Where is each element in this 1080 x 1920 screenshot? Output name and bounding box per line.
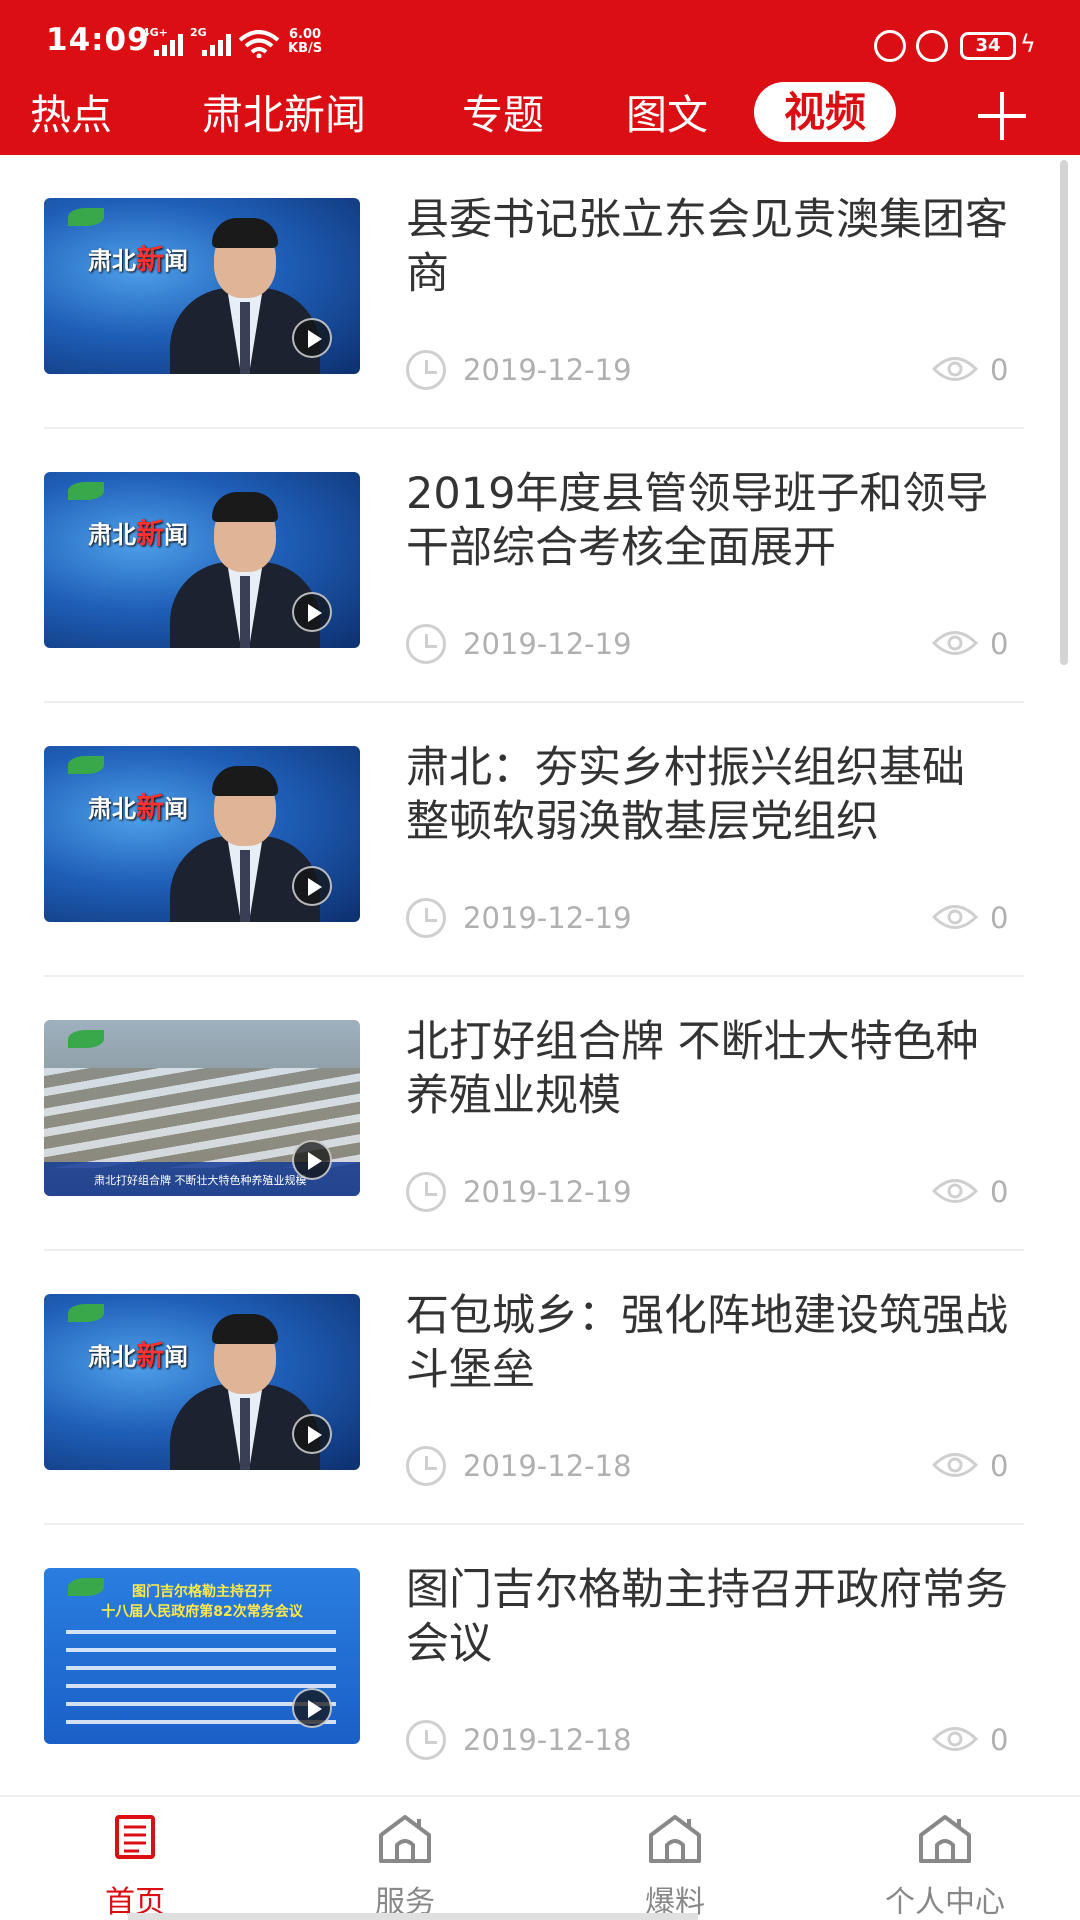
video-thumbnail[interactable]: 肃北新闻: [44, 746, 360, 922]
news-list: 肃北新闻 县委书记张立东会见贵澳集团客商 2019-12-19 0 肃北新闻 2…: [0, 155, 1080, 1795]
status-time: 14:09: [46, 22, 150, 58]
play-icon[interactable]: [292, 592, 332, 632]
news-title[interactable]: 县委书记张立东会见贵澳集团客商: [406, 193, 1016, 353]
play-icon[interactable]: [292, 1414, 332, 1454]
status-bar: 14:09 4G+ 2G 6.00 KB/S 34 ϟ: [0, 0, 1080, 78]
news-title[interactable]: 图门吉尔格勒主持召开政府常务会议: [406, 1563, 1016, 1723]
view-count: 0: [990, 1449, 1009, 1483]
wifi-icon: [238, 30, 280, 58]
video-thumbnail[interactable]: 图门吉尔格勒主持召开 十八届人民政府第82次常务会议: [44, 1568, 360, 1744]
cellular-signal-2-icon: 2G: [190, 26, 242, 58]
play-icon[interactable]: [292, 1688, 332, 1728]
news-title[interactable]: 肃北：夯实乡村振兴组织基础 整顿软弱涣散基层党组织: [406, 741, 1016, 901]
view-count: 0: [990, 901, 1009, 935]
video-thumbnail[interactable]: 肃北新闻: [44, 198, 360, 374]
charging-icon: ϟ: [1020, 30, 1036, 58]
view-count: 0: [990, 1175, 1009, 1209]
clock-icon: [406, 350, 446, 390]
house-icon: [649, 1815, 701, 1863]
clock-icon: [406, 624, 446, 664]
eye-icon: [932, 1727, 978, 1751]
clock-icon: [406, 1172, 446, 1212]
thumbnail-caption: 肃北打好组合牌 不断壮大特色种养殖业规模: [94, 1174, 307, 1187]
eye-icon: [932, 631, 978, 655]
news-meta: 2019-12-18 0: [406, 1444, 1010, 1488]
thumbnail-headline: 图门吉尔格勒主持召开 十八届人民政府第82次常务会议: [101, 1584, 303, 1620]
nav-profile[interactable]: 个人中心: [810, 1797, 1080, 1920]
clock-icon: [406, 1446, 446, 1486]
battery-icon: 34: [960, 32, 1016, 60]
news-title[interactable]: 2019年度县管领导班子和领导干部综合考核全面展开: [406, 467, 1016, 627]
network-speed: 6.00 KB/S: [288, 27, 323, 56]
news-meta: 2019-12-19 0: [406, 896, 1010, 940]
show-logo: 肃北新闻: [88, 517, 189, 550]
eye-icon: [932, 1453, 978, 1477]
news-meta: 2019-12-19 0: [406, 622, 1010, 666]
clock-icon: [406, 1720, 446, 1760]
view-count: 0: [990, 1723, 1009, 1757]
tab-photo-text[interactable]: 图文: [626, 86, 708, 144]
video-thumbnail[interactable]: 肃北新闻: [44, 472, 360, 648]
channel-logo: [68, 482, 104, 500]
eye-icon: [932, 1179, 978, 1203]
eye-icon: [932, 905, 978, 929]
channel-logo: [68, 208, 104, 226]
add-channel-icon[interactable]: [978, 92, 1026, 140]
clock-icon: [406, 898, 446, 938]
nav-label: 个人中心: [885, 1885, 1005, 1920]
news-meta: 2019-12-18 0: [406, 1718, 1010, 1762]
show-logo: 肃北新闻: [88, 1339, 189, 1372]
news-title[interactable]: 北打好组合牌 不断壮大特色种养殖业规模: [406, 1015, 1016, 1175]
channel-logo: [68, 756, 104, 774]
news-meta: 2019-12-19 0: [406, 1170, 1010, 1214]
channel-logo: [68, 1030, 104, 1048]
news-item[interactable]: 肃北新闻 县委书记张立东会见贵澳集团客商 2019-12-19 0: [0, 155, 1080, 429]
news-date: 2019-12-18: [463, 1449, 632, 1483]
news-date: 2019-12-19: [463, 901, 632, 935]
bottom-nav: 首页 服务 爆料 个人中心: [0, 1795, 1080, 1920]
news-meta: 2019-12-19 0: [406, 348, 1010, 392]
news-item[interactable]: 肃北新闻 肃北：夯实乡村振兴组织基础 整顿软弱涣散基层党组织 2019-12-1…: [0, 703, 1080, 977]
news-item[interactable]: 肃北打好组合牌 不断壮大特色种养殖业规模 北打好组合牌 不断壮大特色种养殖业规模…: [0, 977, 1080, 1251]
news-title[interactable]: 石包城乡：强化阵地建设筑强战斗堡垒: [406, 1289, 1016, 1449]
news-date: 2019-12-19: [463, 353, 632, 387]
eye-icon: [932, 357, 978, 381]
news-item[interactable]: 肃北新闻 石包城乡：强化阵地建设筑强战斗堡垒 2019-12-18 0: [0, 1251, 1080, 1525]
view-count: 0: [990, 627, 1009, 661]
news-item[interactable]: 图门吉尔格勒主持召开 十八届人民政府第82次常务会议 图门吉尔格勒主持召开政府常…: [0, 1525, 1080, 1795]
house-icon: [379, 1815, 431, 1863]
play-icon[interactable]: [292, 1140, 332, 1180]
play-icon[interactable]: [292, 318, 332, 358]
tab-subei-news[interactable]: 肃北新闻: [202, 86, 366, 144]
nav-home[interactable]: 首页: [0, 1797, 270, 1920]
video-thumbnail[interactable]: 肃北打好组合牌 不断壮大特色种养殖业规模: [44, 1020, 360, 1196]
news-date: 2019-12-18: [463, 1723, 632, 1757]
app-header: 14:09 4G+ 2G 6.00 KB/S 34 ϟ 热点 肃北新闻 专题 图…: [0, 0, 1080, 155]
news-item[interactable]: 肃北新闻 2019年度县管领导班子和领导干部综合考核全面展开 2019-12-1…: [0, 429, 1080, 703]
cellular-signal-icon: 4G+: [142, 26, 194, 58]
nav-tip-off[interactable]: 爆料: [540, 1797, 810, 1920]
tab-hot[interactable]: 热点: [30, 86, 112, 144]
show-logo: 肃北新闻: [88, 243, 189, 276]
house-icon: [919, 1815, 971, 1863]
news-date: 2019-12-19: [463, 1175, 632, 1209]
video-thumbnail[interactable]: 肃北新闻: [44, 1294, 360, 1470]
lock-rotation-icon: [874, 30, 906, 62]
tab-video[interactable]: 视频: [754, 82, 896, 142]
tab-topics[interactable]: 专题: [462, 86, 544, 144]
play-icon[interactable]: [292, 866, 332, 906]
view-count: 0: [990, 353, 1009, 387]
scrollbar[interactable]: [1060, 160, 1068, 665]
newspaper-icon: [115, 1815, 155, 1859]
alarm-icon: [916, 30, 948, 62]
news-date: 2019-12-19: [463, 627, 632, 661]
channel-logo: [68, 1304, 104, 1322]
gesture-bar[interactable]: [128, 1913, 698, 1920]
nav-service[interactable]: 服务: [270, 1797, 540, 1920]
show-logo: 肃北新闻: [88, 791, 189, 824]
channel-tabs: 热点 肃北新闻 专题 图文 视频: [0, 78, 1080, 155]
